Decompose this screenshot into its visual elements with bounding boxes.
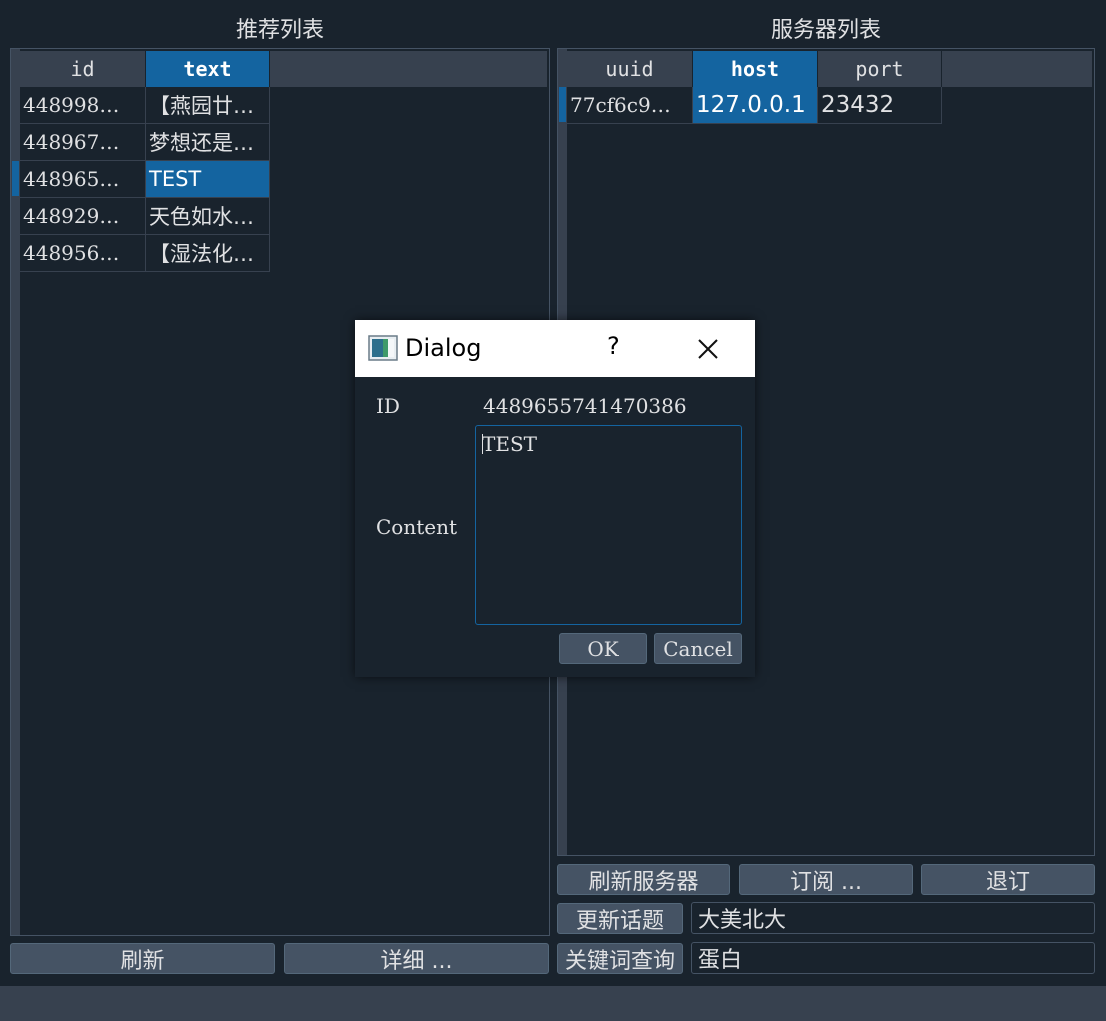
dialog-title: Dialog (405, 334, 482, 362)
keyword-query-button[interactable]: 关键词查询 (557, 943, 683, 974)
column-header-host[interactable]: host (693, 51, 818, 87)
table-cell-id[interactable]: 448965… (20, 161, 146, 198)
unsubscribe-button[interactable]: 退订 (921, 864, 1095, 895)
table-cell-id[interactable]: 448998… (20, 87, 146, 124)
server-list-title: 服务器列表 (770, 18, 881, 43)
table-cell-text[interactable]: 天色如水… (146, 198, 270, 235)
window-app-icon (368, 335, 398, 361)
detail-button[interactable]: 详细 ... (284, 943, 549, 974)
selected-row-marker (12, 161, 19, 196)
table-cell-text-selected[interactable]: TEST (146, 161, 270, 198)
table-cell-text[interactable]: 梦想还是… (146, 124, 270, 161)
column-header-port[interactable]: port (818, 51, 942, 87)
refresh-button[interactable]: 刷新 (10, 943, 275, 974)
table-cell-host-selected[interactable]: 127.0.0.1 (693, 87, 818, 124)
status-bar (0, 986, 1106, 1021)
table-cell-text[interactable]: 【湿法化… (146, 235, 270, 272)
id-label: ID (376, 394, 400, 418)
column-header-id[interactable]: id (20, 51, 146, 87)
content-textarea[interactable]: TEST (475, 425, 742, 625)
topic-input[interactable]: 大美北大 (691, 902, 1095, 934)
keyword-input[interactable]: 蛋白 (691, 942, 1095, 974)
table-cell-id[interactable]: 448929… (20, 198, 146, 235)
cancel-button[interactable]: Cancel (654, 633, 742, 664)
dialog-titlebar[interactable]: Dialog ? (355, 320, 755, 377)
help-button[interactable]: ? (607, 332, 620, 360)
table-cell-text[interactable]: 【燕园廿… (146, 87, 270, 124)
table-cell-port[interactable]: 23432 (818, 87, 942, 124)
subscribe-button[interactable]: 订阅 ... (739, 864, 913, 895)
column-header-text[interactable]: text (146, 51, 270, 87)
content-label: Content (376, 515, 458, 539)
table-cell-id[interactable]: 448956… (20, 235, 146, 272)
table-cell-id[interactable]: 448967… (20, 124, 146, 161)
detail-dialog[interactable]: Dialog ? ID 4489655741470386 Content TES… (355, 320, 755, 677)
ok-button[interactable]: OK (559, 633, 647, 664)
update-topic-button[interactable]: 更新话题 (557, 903, 683, 934)
refresh-servers-button[interactable]: 刷新服务器 (557, 864, 730, 895)
id-value: 4489655741470386 (483, 394, 687, 418)
recommend-list-title: 推荐列表 (235, 18, 324, 43)
column-header-uuid[interactable]: uuid (567, 51, 693, 87)
table-cell-uuid[interactable]: 77cf6c9… (567, 87, 693, 124)
close-icon[interactable] (695, 336, 721, 362)
selected-row-marker (559, 87, 566, 122)
content-text: TEST (482, 432, 537, 456)
